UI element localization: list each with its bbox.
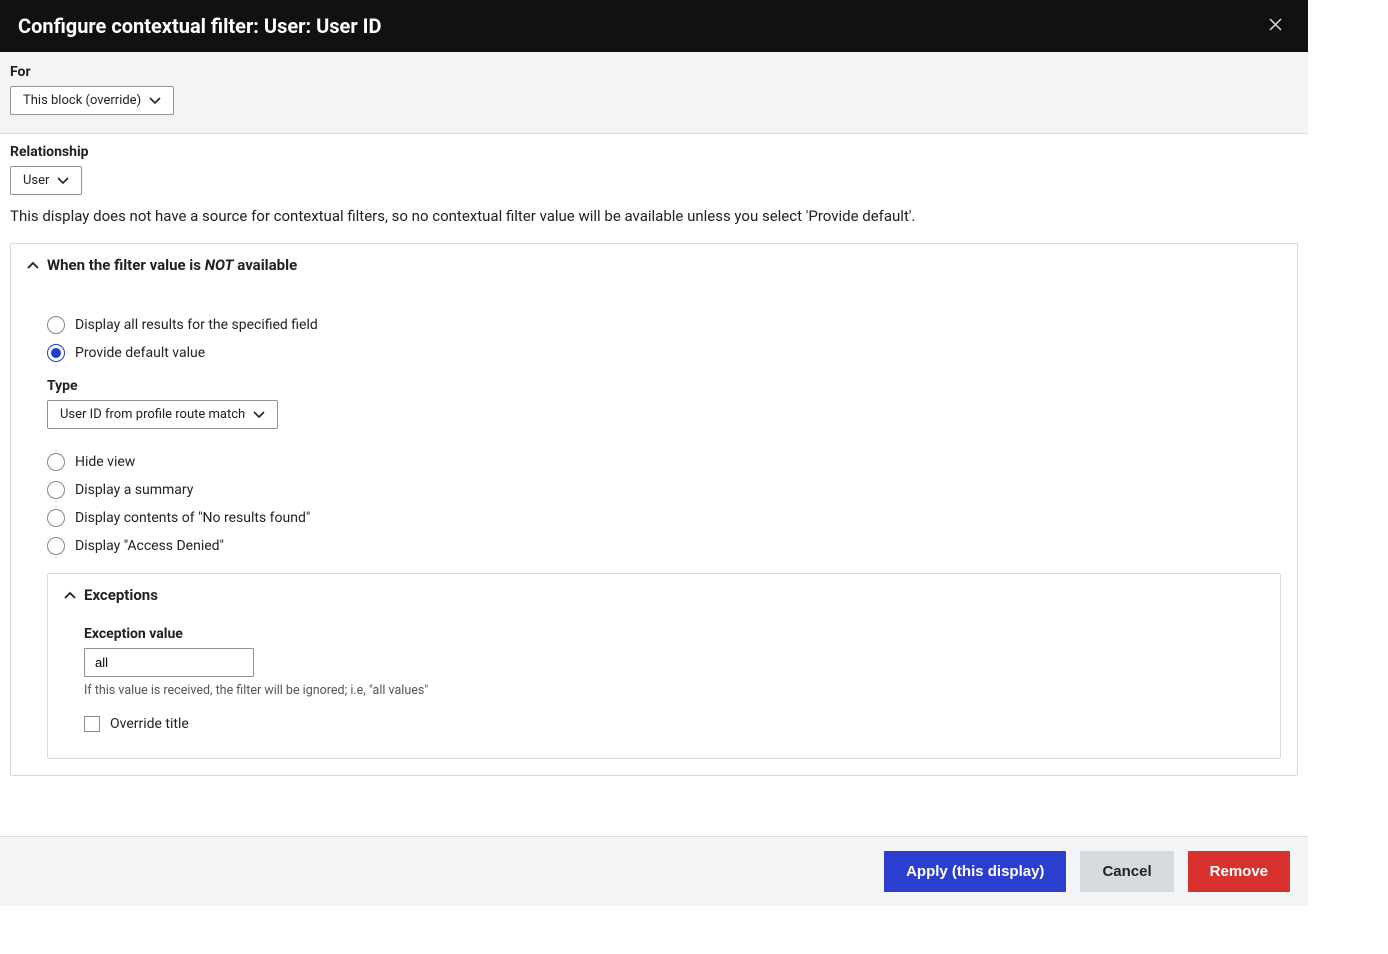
radio-display-no-results[interactable]: Display contents of "No results found" bbox=[47, 509, 1281, 527]
chevron-down-icon bbox=[149, 97, 161, 105]
legend-text: When the filter value is NOT available bbox=[47, 256, 297, 274]
for-label: For bbox=[10, 64, 1298, 80]
title-bar: Configure contextual filter: User: User … bbox=[0, 0, 1308, 52]
for-select-value: This block (override) bbox=[23, 93, 141, 108]
not-available-options: Display all results for the specified fi… bbox=[27, 286, 1281, 759]
chevron-down-icon bbox=[57, 177, 69, 185]
dialog: Configure contextual filter: User: User … bbox=[0, 0, 1308, 906]
dialog-body[interactable]: Relationship User This display does not … bbox=[0, 134, 1308, 836]
override-title-checkbox[interactable]: Override title bbox=[84, 716, 1264, 732]
for-select[interactable]: This block (override) bbox=[10, 86, 174, 115]
cancel-button[interactable]: Cancel bbox=[1080, 851, 1173, 892]
checkbox-icon bbox=[84, 716, 100, 732]
default-type-block: Type User ID from profile route match bbox=[47, 378, 1281, 429]
radio-label: Hide view bbox=[75, 454, 135, 470]
apply-button[interactable]: Apply (this display) bbox=[884, 851, 1066, 892]
legend-prefix: When the filter value is bbox=[47, 256, 205, 274]
chevron-up-icon bbox=[64, 591, 76, 599]
radio-icon bbox=[47, 453, 65, 471]
fieldset-not-available: When the filter value is NOT available D… bbox=[10, 243, 1298, 776]
radio-icon bbox=[47, 481, 65, 499]
fieldset-not-available-legend[interactable]: When the filter value is NOT available bbox=[27, 256, 1281, 274]
exceptions-body: Exception value If this value is receive… bbox=[64, 626, 1264, 732]
radio-label: Display all results for the specified fi… bbox=[75, 317, 318, 333]
relationship-select[interactable]: User bbox=[10, 166, 82, 195]
remove-button[interactable]: Remove bbox=[1188, 851, 1290, 892]
chevron-up-icon bbox=[27, 261, 39, 269]
legend-text: Exceptions bbox=[84, 586, 158, 604]
radio-display-access-denied[interactable]: Display "Access Denied" bbox=[47, 537, 1281, 555]
exception-value-label: Exception value bbox=[84, 626, 1264, 642]
radio-label: Provide default value bbox=[75, 345, 205, 361]
radio-display-summary[interactable]: Display a summary bbox=[47, 481, 1281, 499]
dialog-title: Configure contextual filter: User: User … bbox=[18, 14, 382, 38]
fieldset-exceptions: Exceptions Exception value If this value… bbox=[47, 573, 1281, 759]
button-bar: Apply (this display) Cancel Remove bbox=[0, 836, 1308, 906]
help-text: This display does not have a source for … bbox=[10, 207, 1298, 225]
radio-label: Display contents of "No results found" bbox=[75, 510, 310, 526]
radio-icon bbox=[47, 509, 65, 527]
exception-value-input[interactable] bbox=[84, 648, 254, 677]
legend-suffix: available bbox=[234, 256, 298, 274]
radio-label: Display "Access Denied" bbox=[75, 538, 224, 554]
for-section: For This block (override) bbox=[0, 52, 1308, 134]
radio-hide-view[interactable]: Hide view bbox=[47, 453, 1281, 471]
chevron-down-icon bbox=[253, 411, 265, 419]
radio-icon bbox=[47, 344, 65, 362]
type-select-value: User ID from profile route match bbox=[60, 407, 245, 422]
relationship-select-value: User bbox=[23, 173, 49, 188]
legend-not: NOT bbox=[205, 256, 234, 274]
type-select[interactable]: User ID from profile route match bbox=[47, 400, 278, 429]
radio-icon bbox=[47, 316, 65, 334]
checkbox-label: Override title bbox=[110, 716, 189, 732]
relationship-label: Relationship bbox=[10, 144, 1298, 160]
close-icon[interactable] bbox=[1261, 14, 1290, 38]
exception-value-description: If this value is received, the filter wi… bbox=[84, 683, 1264, 698]
radio-display-all[interactable]: Display all results for the specified fi… bbox=[47, 316, 1281, 334]
radio-provide-default[interactable]: Provide default value bbox=[47, 344, 1281, 362]
fieldset-exceptions-legend[interactable]: Exceptions bbox=[64, 586, 1264, 604]
type-label: Type bbox=[47, 378, 1281, 394]
radio-label: Display a summary bbox=[75, 482, 193, 498]
radio-icon bbox=[47, 537, 65, 555]
